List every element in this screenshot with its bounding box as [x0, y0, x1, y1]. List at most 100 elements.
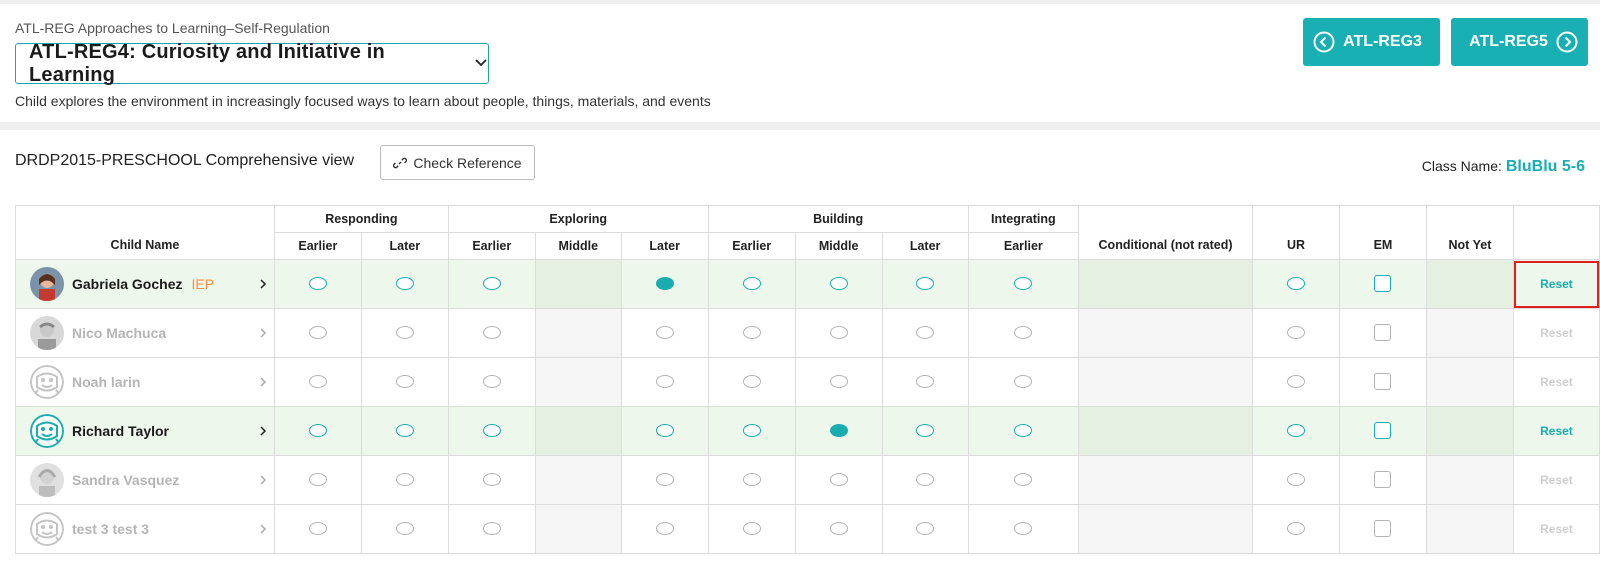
- level-radio[interactable]: [829, 473, 848, 487]
- ur-cell: [1252, 357, 1340, 407]
- level-radio[interactable]: [1014, 277, 1033, 291]
- measure-dropdown[interactable]: ATL-REG4: Curiosity and Initiative in Le…: [15, 41, 489, 86]
- reset-header: [1512, 205, 1600, 260]
- level-radio[interactable]: [1014, 473, 1033, 487]
- chevron-right-icon[interactable]: [259, 473, 267, 491]
- level-radio[interactable]: [395, 473, 414, 487]
- level-radio[interactable]: [482, 326, 501, 340]
- level-radio[interactable]: [916, 473, 935, 487]
- em-checkbox[interactable]: [1374, 471, 1392, 489]
- level-cell: [447, 455, 536, 505]
- level-radio[interactable]: [742, 473, 761, 487]
- level-radio[interactable]: [308, 326, 327, 340]
- level-cell: [447, 406, 536, 456]
- child-name-cell[interactable]: Sandra Vasquez: [15, 455, 275, 505]
- level-radio[interactable]: [1014, 375, 1033, 389]
- reset-button[interactable]: Reset: [1540, 424, 1573, 438]
- level-radio[interactable]: [308, 424, 327, 438]
- reset-button[interactable]: Reset: [1540, 326, 1573, 340]
- level-cell: [881, 259, 969, 309]
- ur-radio[interactable]: [1287, 326, 1305, 340]
- level-radio[interactable]: [742, 424, 761, 438]
- ur-radio[interactable]: [1287, 424, 1305, 438]
- level-radio[interactable]: [916, 375, 935, 389]
- level-cell: [967, 308, 1080, 358]
- level-radio[interactable]: [482, 375, 501, 389]
- level-radio[interactable]: [395, 522, 414, 536]
- level-radio[interactable]: [655, 277, 674, 291]
- level-radio[interactable]: [655, 375, 674, 389]
- level-cell: [620, 357, 709, 407]
- reset-button[interactable]: Reset: [1540, 375, 1573, 389]
- level-radio[interactable]: [655, 326, 674, 340]
- level-radio[interactable]: [655, 424, 674, 438]
- level-radio[interactable]: [308, 522, 327, 536]
- ur-radio[interactable]: [1287, 277, 1305, 291]
- chevron-right-icon[interactable]: [259, 375, 267, 393]
- level-radio[interactable]: [916, 522, 935, 536]
- ur-radio[interactable]: [1287, 375, 1305, 389]
- level-radio[interactable]: [482, 277, 501, 291]
- level-radio[interactable]: [742, 326, 761, 340]
- chevron-right-icon[interactable]: [259, 522, 267, 540]
- level-radio[interactable]: [482, 424, 501, 438]
- em-checkbox[interactable]: [1374, 373, 1392, 391]
- chevron-right-icon[interactable]: [259, 326, 267, 344]
- level-radio[interactable]: [829, 277, 848, 291]
- level-radio[interactable]: [1014, 424, 1033, 438]
- em-checkbox[interactable]: [1374, 275, 1392, 293]
- em-checkbox[interactable]: [1374, 324, 1392, 342]
- level-radio[interactable]: [395, 277, 414, 291]
- reset-button[interactable]: Reset: [1540, 522, 1573, 536]
- table-body: Gabriela Gochez IEP Reset Nico Machuca R…: [15, 259, 1600, 554]
- level-radio[interactable]: [916, 424, 935, 438]
- level-cell: [447, 504, 536, 554]
- reset-button[interactable]: Reset: [1540, 277, 1573, 291]
- child-name-cell[interactable]: test 3 test 3: [15, 504, 275, 554]
- level-radio[interactable]: [829, 522, 848, 536]
- level-radio[interactable]: [308, 375, 327, 389]
- ur-radio[interactable]: [1287, 473, 1305, 487]
- level-radio[interactable]: [395, 424, 414, 438]
- level-radio[interactable]: [742, 375, 761, 389]
- next-measure-button[interactable]: ATL-REG5: [1451, 18, 1588, 66]
- ur-radio[interactable]: [1287, 522, 1305, 536]
- class-name-value[interactable]: BluBlu 5-6: [1506, 158, 1585, 175]
- level-radio[interactable]: [742, 277, 761, 291]
- ur-cell: [1252, 406, 1340, 456]
- level-cell: [360, 455, 449, 505]
- level-radio[interactable]: [916, 277, 935, 291]
- child-name-cell[interactable]: Gabriela Gochez IEP: [15, 259, 275, 309]
- level-header: Earlier: [707, 232, 796, 260]
- level-radio[interactable]: [1014, 522, 1033, 536]
- child-name-cell[interactable]: Nico Machuca: [15, 308, 275, 358]
- level-radio[interactable]: [395, 375, 414, 389]
- level-radio[interactable]: [655, 473, 674, 487]
- level-radio[interactable]: [308, 277, 327, 291]
- table-row: Sandra Vasquez Reset: [15, 455, 1600, 505]
- reset-button[interactable]: Reset: [1540, 473, 1573, 487]
- em-checkbox[interactable]: [1374, 520, 1392, 538]
- ur-cell: [1252, 308, 1340, 358]
- level-radio[interactable]: [1014, 326, 1033, 340]
- previous-measure-button[interactable]: ATL-REG3: [1303, 18, 1440, 66]
- level-radio[interactable]: [916, 326, 935, 340]
- chevron-right-icon[interactable]: [259, 277, 267, 295]
- em-checkbox[interactable]: [1374, 422, 1392, 440]
- child-name-cell[interactable]: Richard Taylor: [15, 406, 275, 456]
- em-cell: [1338, 259, 1427, 309]
- level-radio[interactable]: [482, 522, 501, 536]
- level-radio[interactable]: [829, 326, 848, 340]
- chevron-right-icon[interactable]: [259, 424, 267, 442]
- level-radio[interactable]: [482, 473, 501, 487]
- avatar: [30, 414, 64, 448]
- level-radio[interactable]: [829, 375, 848, 389]
- table-row: Noah larin Reset: [15, 357, 1600, 407]
- level-radio[interactable]: [308, 473, 327, 487]
- level-radio[interactable]: [655, 522, 674, 536]
- level-radio[interactable]: [742, 522, 761, 536]
- child-name-cell[interactable]: Noah larin: [15, 357, 275, 407]
- level-radio[interactable]: [829, 424, 848, 438]
- level-radio[interactable]: [395, 326, 414, 340]
- check-reference-button[interactable]: Check Reference: [380, 145, 535, 180]
